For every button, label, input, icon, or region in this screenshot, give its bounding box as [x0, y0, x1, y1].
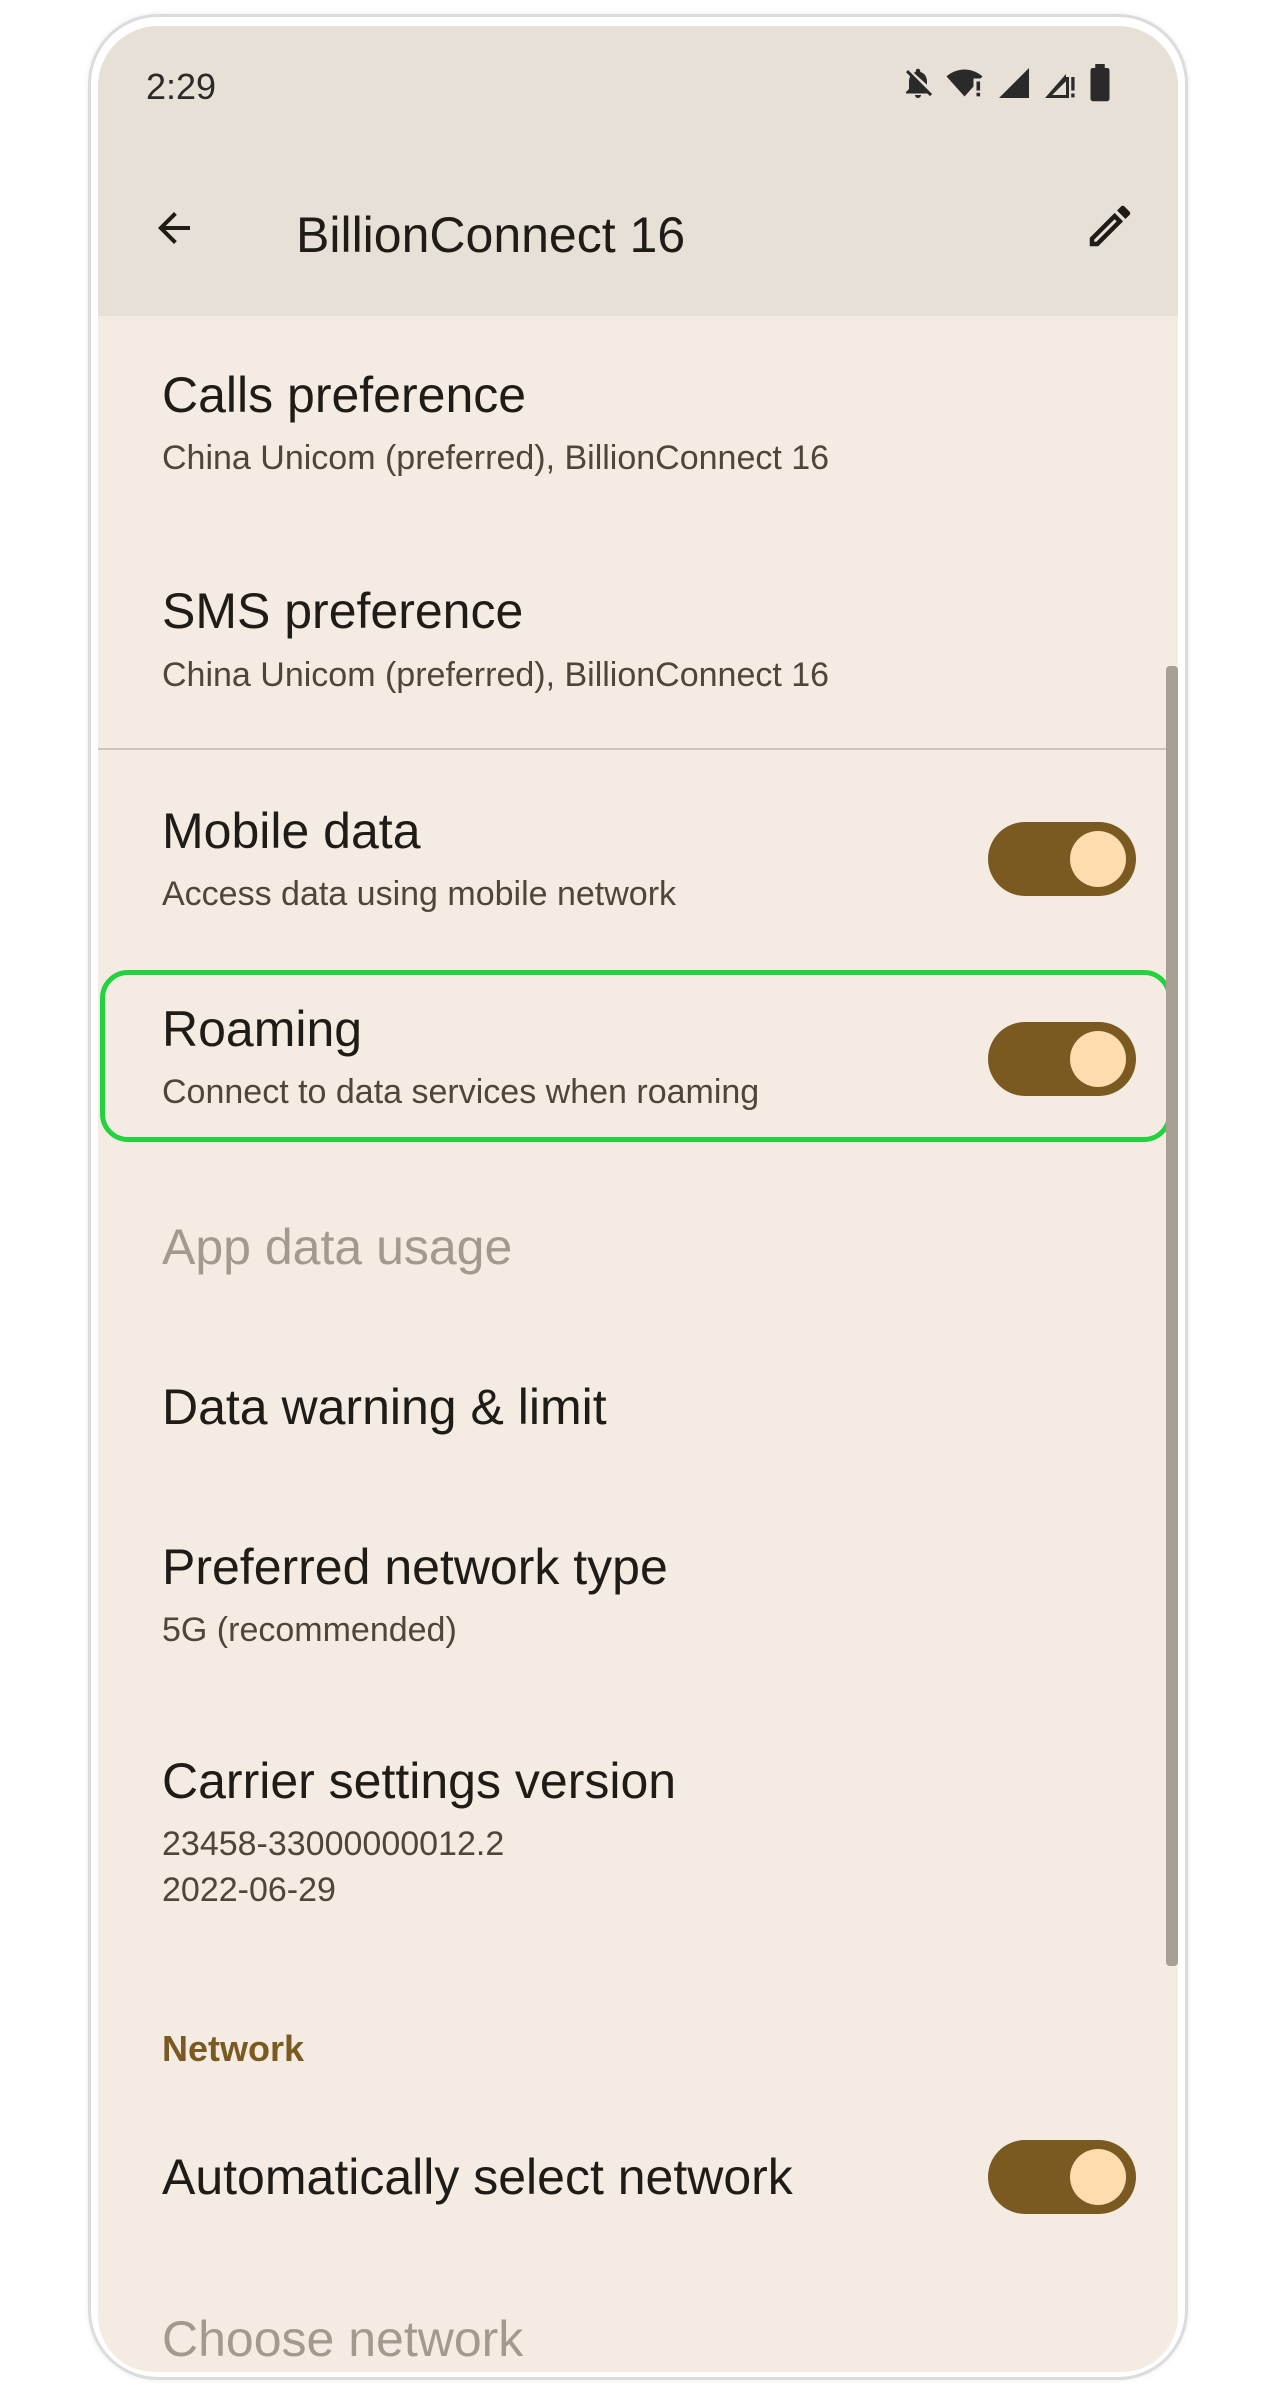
- edit-button[interactable]: [1072, 190, 1148, 266]
- screen: 2:29 BillionConnect 16 Calls preference …: [98, 26, 1178, 2372]
- calls-preference-summary: China Unicom (preferred), BillionConnect…: [162, 439, 830, 477]
- carrier-settings-item: Carrier settings version 23458-330000000…: [98, 1702, 1178, 1952]
- app-data-usage-item: App data usage: [98, 1166, 1178, 1316]
- carrier-settings-version: 23458-33000000012.2: [162, 1825, 505, 1863]
- calls-preference-title: Calls preference: [162, 367, 527, 423]
- signal-icon: [996, 65, 1032, 101]
- data-warning-item[interactable]: Data warning & limit: [98, 1326, 1178, 1476]
- carrier-settings-date: 2022-06-29: [162, 1871, 336, 1909]
- carrier-settings-title: Carrier settings version: [162, 1753, 677, 1809]
- preferred-network-title: Preferred network type: [162, 1539, 668, 1595]
- choose-network-title: Choose network: [162, 2311, 524, 2367]
- back-button[interactable]: [138, 194, 210, 266]
- battery-icon: [1088, 64, 1112, 102]
- wifi-alert-icon: [946, 65, 986, 101]
- toggle-thumb: [1070, 2149, 1126, 2205]
- status-bar: 2:29: [98, 26, 1178, 146]
- mobile-data-toggle[interactable]: [988, 822, 1136, 896]
- network-section-header: Network: [162, 2028, 305, 2069]
- calls-preference-item[interactable]: Calls preference China Unicom (preferred…: [98, 316, 1178, 526]
- signal-alert-icon: [1042, 65, 1078, 101]
- sms-preference-summary: China Unicom (preferred), BillionConnect…: [162, 656, 830, 694]
- data-warning-title: Data warning & limit: [162, 1379, 607, 1435]
- sms-preference-title: SMS preference: [162, 583, 524, 639]
- status-time: 2:29: [146, 66, 217, 107]
- auto-select-network-toggle[interactable]: [988, 2140, 1136, 2214]
- auto-select-network-item[interactable]: Automatically select network: [98, 2108, 1178, 2238]
- app-bar: BillionConnect 16: [98, 146, 1178, 316]
- preferred-network-summary: 5G (recommended): [162, 1611, 457, 1649]
- mobile-data-title: Mobile data: [162, 803, 421, 859]
- edit-pencil-icon: [1083, 199, 1137, 258]
- app-data-usage-title: App data usage: [162, 1219, 513, 1275]
- toggle-thumb: [1070, 831, 1126, 887]
- roaming-highlight: [100, 970, 1172, 1142]
- sms-preference-item[interactable]: SMS preference China Unicom (preferred),…: [98, 534, 1178, 744]
- arrow-back-icon: [150, 204, 198, 257]
- notifications-off-icon: [900, 65, 936, 101]
- mobile-data-summary: Access data using mobile network: [162, 875, 677, 913]
- mobile-data-item[interactable]: Mobile data Access data using mobile net…: [98, 750, 1178, 964]
- status-icons: [900, 64, 1112, 102]
- preferred-network-item[interactable]: Preferred network type 5G (recommended): [98, 1486, 1178, 1686]
- auto-select-network-title: Automatically select network: [162, 2149, 793, 2205]
- choose-network-item: Choose network: [98, 2266, 1178, 2372]
- page-title: BillionConnect 16: [296, 207, 686, 263]
- scrollbar[interactable]: [1166, 666, 1178, 1966]
